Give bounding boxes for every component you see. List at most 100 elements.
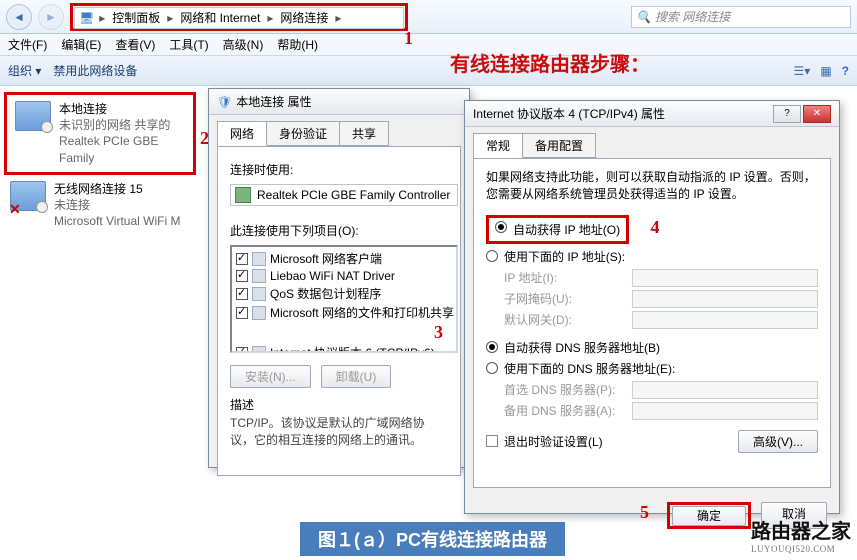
- auto-ip-label: 自动获得 IP 地址(O): [513, 221, 620, 238]
- adapter-name: Realtek PCIe GBE Family Controller: [257, 188, 450, 202]
- ok-highlight: 确定: [667, 502, 751, 529]
- chevron-right-icon: ▸: [164, 11, 176, 25]
- menu-tools[interactable]: 工具(T): [169, 36, 208, 53]
- driver-icon: [252, 269, 266, 283]
- view-icon[interactable]: ☰▾: [794, 64, 811, 78]
- network-adapter-icon: [15, 101, 51, 131]
- menu-help[interactable]: 帮助(H): [277, 36, 318, 53]
- menu-edit[interactable]: 编辑(E): [61, 36, 101, 53]
- toolbar: 组织 ▾ 禁用此网络设备 ☰▾ ▦ ?: [0, 56, 857, 86]
- shield-icon: 🛡: [217, 95, 232, 109]
- details-icon[interactable]: ▦: [820, 64, 831, 78]
- tab-network[interactable]: 网络: [217, 121, 267, 146]
- dialog-title: Internet 协议版本 4 (TCP/IPv4) 属性: [473, 105, 665, 122]
- crumb-network-internet[interactable]: 网络和 Internet: [178, 9, 262, 26]
- ip-input: [632, 269, 818, 287]
- crumb-control-panel[interactable]: 控制面板: [110, 9, 162, 26]
- auto-ip-highlight: 自动获得 IP 地址(O): [486, 215, 629, 244]
- ok-button[interactable]: 确定: [672, 506, 746, 526]
- list-item: Microsoft 网络客户端: [234, 249, 454, 268]
- auto-dns-label: 自动获得 DNS 服务器地址(B): [504, 339, 660, 356]
- proto-icon: [252, 346, 266, 354]
- list-item: QoS 数据包计划程序: [234, 284, 454, 303]
- dialog-title: 本地连接 属性: [236, 93, 311, 110]
- crumb-network-connections[interactable]: 网络连接: [278, 9, 330, 26]
- forward-button[interactable]: ►: [38, 4, 64, 30]
- back-button[interactable]: ◄: [6, 4, 32, 30]
- client-icon: [252, 252, 266, 266]
- radio-manual-ip[interactable]: [486, 250, 498, 262]
- marker-5: 5: [640, 502, 649, 529]
- validate-checkbox[interactable]: [486, 435, 498, 447]
- description-text: TCP/IP。该协议是默认的广域网络协议，它的相互连接的网络上的通讯。: [230, 415, 448, 449]
- menubar: 文件(F) 编辑(E) 查看(V) 工具(T) 高级(N) 帮助(H): [0, 34, 857, 56]
- disable-device-button[interactable]: 禁用此网络设备: [53, 62, 137, 79]
- menu-file[interactable]: 文件(F): [8, 36, 47, 53]
- advanced-button[interactable]: 高级(V)...: [738, 430, 818, 453]
- uninstall-button[interactable]: 卸载(U): [321, 365, 392, 388]
- checkbox-icon[interactable]: [236, 270, 248, 282]
- checkbox-icon[interactable]: [236, 288, 248, 300]
- connection-name: 本地连接: [59, 101, 185, 117]
- tab-alternate[interactable]: 备用配置: [522, 133, 596, 158]
- dns1-label: 首选 DNS 服务器(P):: [504, 381, 624, 398]
- marker-4: 4: [650, 217, 659, 237]
- dns1-input: [632, 381, 818, 399]
- checkbox-icon[interactable]: [236, 347, 248, 354]
- organize-button[interactable]: 组织 ▾: [8, 62, 41, 79]
- description-label: 描述: [230, 396, 448, 413]
- computer-icon: 🖥: [79, 11, 94, 25]
- mask-label: 子网掩码(U):: [504, 290, 624, 307]
- local-connection-highlight: 本地连接 未识别的网络 共享的 Realtek PCIe GBE Family: [4, 92, 196, 175]
- connection-name: 无线网络连接 15: [54, 181, 180, 197]
- address-bar-highlight: 🖥 ▸ 控制面板 ▸ 网络和 Internet ▸ 网络连接 ▸: [70, 3, 408, 31]
- chevron-right-icon: ▸: [96, 11, 108, 25]
- adapter-combo[interactable]: Realtek PCIe GBE Family Controller: [230, 184, 458, 206]
- search-input[interactable]: 🔍 搜索 网络连接: [631, 6, 851, 28]
- local-connection-properties-dialog: 🛡 本地连接 属性 网络 身份验证 共享 连接时使用: Realtek PCIe…: [208, 88, 470, 468]
- checkbox-icon[interactable]: [236, 307, 248, 319]
- manual-dns-label: 使用下面的 DNS 服务器地址(E):: [504, 360, 675, 377]
- radio-manual-dns[interactable]: [486, 362, 498, 374]
- gw-input: [632, 311, 818, 329]
- radio-auto-dns[interactable]: [486, 341, 498, 353]
- connection-adapter: Realtek PCIe GBE Family: [59, 133, 185, 165]
- uses-items-label: 此连接使用下列项目(O):: [230, 222, 448, 239]
- tab-general[interactable]: 常规: [473, 133, 523, 158]
- validate-label: 退出时验证设置(L): [504, 433, 603, 450]
- dns2-input: [632, 402, 818, 420]
- search-icon: 🔍: [636, 10, 651, 24]
- radio-auto-ip[interactable]: [495, 221, 507, 233]
- tab-auth[interactable]: 身份验证: [266, 121, 340, 146]
- help-icon[interactable]: ?: [842, 64, 849, 78]
- tab-sharing[interactable]: 共享: [339, 121, 389, 146]
- connection-status: 未连接: [54, 197, 180, 213]
- mask-input: [632, 290, 818, 308]
- connection-wireless[interactable]: 无线网络连接 15 未连接 Microsoft Virtual WiFi M: [4, 177, 196, 234]
- network-items-list[interactable]: Microsoft 网络客户端 Liebao WiFi NAT Driver Q…: [230, 245, 458, 353]
- banner-title: 有线连接路由器步骤：: [450, 48, 650, 77]
- figure-caption: 图１(ａ）PC有线连接路由器: [300, 522, 565, 556]
- qos-icon: [252, 287, 266, 301]
- gw-label: 默认网关(D):: [504, 311, 624, 328]
- marker-3: 3: [434, 322, 443, 342]
- dns2-label: 备用 DNS 服务器(A):: [504, 402, 624, 419]
- list-item: Liebao WiFi NAT Driver: [234, 268, 454, 284]
- watermark: 路由器之家 LUYOUQI520.COM: [751, 515, 851, 554]
- ip-label: IP 地址(I):: [504, 269, 624, 286]
- checkbox-icon[interactable]: [236, 253, 248, 265]
- ipv4-properties-dialog: Internet 协议版本 4 (TCP/IPv4) 属性 ? ✕ 常规 备用配…: [464, 100, 840, 514]
- connection-local[interactable]: 本地连接 未识别的网络 共享的 Realtek PCIe GBE Family: [9, 97, 191, 170]
- close-button[interactable]: ✕: [803, 105, 831, 123]
- marker-1: 1: [404, 28, 413, 49]
- manual-ip-label: 使用下面的 IP 地址(S):: [504, 248, 625, 265]
- install-button[interactable]: 安装(N)...: [230, 365, 311, 388]
- menu-view[interactable]: 查看(V): [115, 36, 155, 53]
- list-item: Microsoft 网络的文件和打印机共享: [234, 303, 454, 322]
- chevron-right-icon: ▸: [264, 11, 276, 25]
- connections-list: 本地连接 未识别的网络 共享的 Realtek PCIe GBE Family …: [0, 86, 200, 239]
- wireless-adapter-icon: [10, 181, 46, 211]
- menu-advanced[interactable]: 高级(N): [223, 36, 264, 53]
- help-button[interactable]: ?: [773, 105, 801, 123]
- address-bar[interactable]: 🖥 ▸ 控制面板 ▸ 网络和 Internet ▸ 网络连接 ▸: [74, 7, 404, 29]
